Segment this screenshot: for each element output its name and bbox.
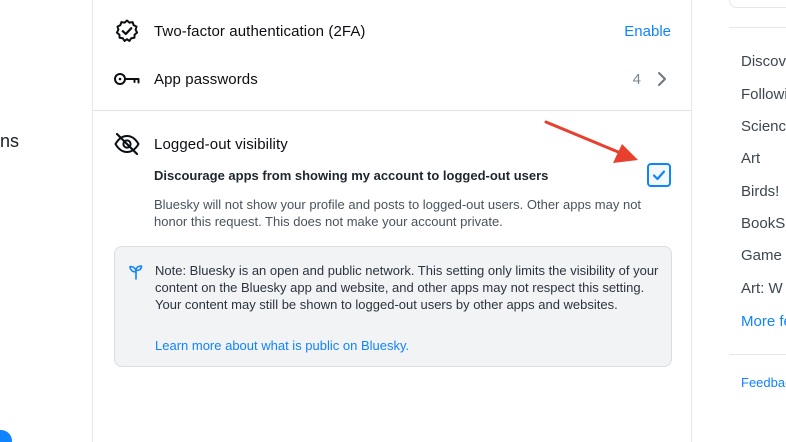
eye-slash-icon	[113, 130, 141, 158]
right-divider-bottom	[729, 354, 786, 355]
feed-link-art-w[interactable]: Art: W	[741, 280, 783, 297]
search-box-edge[interactable]	[729, 0, 786, 8]
discourage-apps-label: Discourage apps from showing my account …	[154, 168, 549, 183]
feed-link-following[interactable]: Following	[741, 86, 786, 103]
sprout-icon	[128, 264, 144, 280]
app-passwords-label: App passwords	[154, 70, 258, 88]
section-divider	[93, 110, 691, 111]
chevron-right-icon	[657, 70, 671, 88]
checkmark-icon	[652, 170, 666, 181]
feedback-link[interactable]: Feedback	[741, 375, 786, 390]
feed-link-game[interactable]: Game	[741, 247, 782, 264]
right-divider-top	[729, 27, 786, 28]
logged-out-visibility-header: Logged-out visibility	[113, 124, 671, 164]
badge-check-icon	[113, 17, 141, 45]
feed-link-booksky[interactable]: BookSky	[741, 215, 786, 232]
discourage-apps-checkbox[interactable]	[647, 163, 671, 187]
key-icon	[113, 65, 141, 93]
two-factor-label: Two-factor authentication (2FA)	[154, 22, 366, 40]
left-nav-label: ns	[0, 131, 20, 151]
compose-button[interactable]	[0, 430, 12, 442]
logged-out-title: Logged-out visibility	[154, 135, 288, 153]
feed-link-discover[interactable]: Discover	[741, 53, 786, 70]
feed-link-birds[interactable]: Birds!	[741, 183, 779, 200]
feed-link-art[interactable]: Art	[741, 150, 760, 167]
app-passwords-count: 4	[632, 70, 641, 88]
learn-more-link[interactable]: Learn more about what is public on Blues…	[155, 338, 409, 353]
logged-out-description: Bluesky will not show your profile and p…	[154, 197, 642, 229]
right-sidebar: Discover Following Science Art Birds! Bo…	[729, 0, 786, 442]
settings-panel: Two-factor authentication (2FA) Enable A…	[92, 0, 692, 442]
public-network-note: Note: Bluesky is an open and public netw…	[114, 246, 672, 367]
two-factor-row[interactable]: Two-factor authentication (2FA) Enable	[113, 11, 671, 51]
note-text: Note: Bluesky is an open and public netw…	[155, 263, 659, 312]
app-passwords-row[interactable]: App passwords 4	[113, 59, 671, 99]
more-feeds-link[interactable]: More feeds	[741, 313, 786, 330]
feed-link-science[interactable]: Science	[741, 118, 786, 135]
enable-2fa-button[interactable]: Enable	[624, 23, 671, 40]
left-nav-fragment[interactable]: ns	[0, 131, 19, 152]
